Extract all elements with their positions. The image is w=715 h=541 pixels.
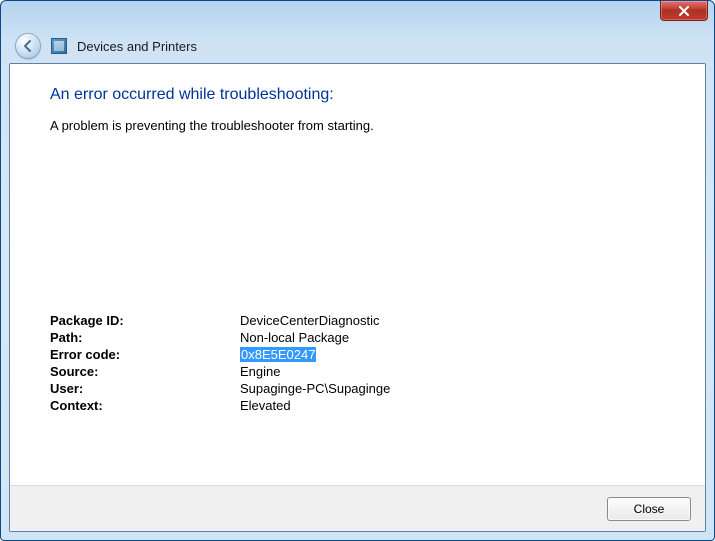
package-id-value: DeviceCenterDiagnostic — [240, 313, 665, 328]
source-value: Engine — [240, 364, 665, 379]
source-label: Source: — [50, 364, 240, 379]
header-bar: Devices and Printers — [9, 29, 706, 63]
error-code-selected-text: 0x8E5E0247 — [240, 347, 316, 362]
content-panel: An error occurred while troubleshooting:… — [9, 63, 706, 532]
close-button[interactable]: Close — [607, 497, 691, 521]
path-value: Non-local Package — [240, 330, 665, 345]
window-close-button[interactable] — [660, 1, 708, 21]
devices-printers-icon — [51, 38, 67, 54]
header-title: Devices and Printers — [77, 39, 197, 54]
arrow-left-icon — [21, 39, 35, 53]
context-value: Elevated — [240, 398, 665, 413]
error-code-value: 0x8E5E0247 — [240, 347, 665, 362]
error-heading: An error occurred while troubleshooting: — [50, 86, 665, 104]
close-icon — [678, 6, 690, 16]
back-button[interactable] — [15, 33, 41, 59]
error-code-label: Error code: — [50, 347, 240, 362]
error-details: Package ID: DeviceCenterDiagnostic Path:… — [50, 313, 665, 413]
user-value: Supaginge-PC\Supaginge — [240, 381, 665, 396]
titlebar — [1, 1, 714, 29]
window-frame: Devices and Printers An error occurred w… — [0, 0, 715, 541]
error-message: A problem is preventing the troubleshoot… — [50, 118, 665, 133]
footer-bar: Close — [10, 485, 705, 531]
path-label: Path: — [50, 330, 240, 345]
package-id-label: Package ID: — [50, 313, 240, 328]
user-label: User: — [50, 381, 240, 396]
context-label: Context: — [50, 398, 240, 413]
